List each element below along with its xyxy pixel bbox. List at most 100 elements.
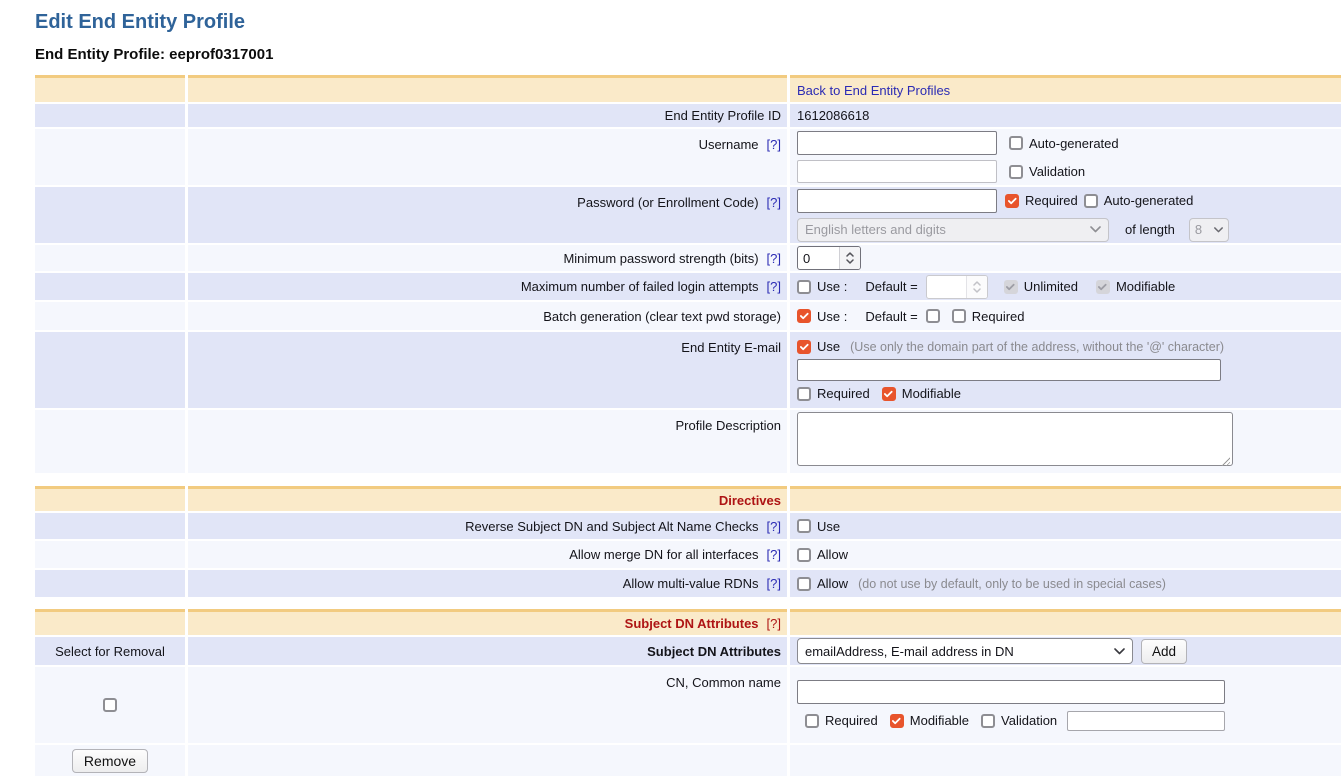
header-spacer-cell (35, 75, 185, 102)
profile-id-label: End Entity Profile ID (665, 108, 781, 123)
row-allow-merge-dn: Allow merge DN for all interfaces [?] Al… (35, 541, 1341, 568)
email-modifiable-checkbox[interactable] (882, 387, 896, 401)
required-label: Required (1025, 193, 1078, 208)
password-length-select[interactable]: 8 (1189, 218, 1229, 242)
chevron-down-icon (1114, 648, 1125, 655)
email-use-checkbox[interactable] (797, 340, 811, 354)
row-multi-value-rdns: Allow multi-value RDNs [?] Allow (do not… (35, 570, 1341, 597)
subject-dn-attribute-select[interactable]: emailAddress, E-mail address in DN (797, 638, 1133, 664)
row-max-failed-logins: Maximum number of failed login attempts … (35, 273, 1341, 300)
row-subject-dn-attributes: Select for Removal Subject DN Attributes… (35, 637, 1341, 665)
password-input[interactable] (797, 189, 997, 213)
checkmark-icon (1098, 283, 1107, 291)
password-autogenerated-checkbox[interactable] (1084, 194, 1098, 208)
modifiable-label: Modifiable (902, 386, 961, 401)
back-to-profiles-link[interactable]: Back to End Entity Profiles (797, 83, 950, 98)
subject-dn-help-link[interactable]: [?] (767, 616, 781, 631)
selected-option: 8 (1195, 222, 1202, 237)
profile-description-textarea[interactable] (797, 412, 1233, 466)
profile-id-value: 1612086618 (797, 108, 869, 123)
username-validation-checkbox[interactable] (1009, 165, 1023, 179)
checkmark-icon (800, 312, 809, 320)
username-autogenerated-checkbox[interactable] (1009, 136, 1023, 150)
row-end-entity-email: End Entity E-mail Use (Use only the doma… (35, 332, 1341, 408)
selected-option: emailAddress, E-mail address in DN (805, 644, 1014, 659)
remove-attribute-button[interactable]: Remove (72, 749, 148, 773)
checkmark-icon (892, 717, 901, 725)
min-strength-label: Minimum password strength (bits) (563, 251, 758, 266)
cn-value-input[interactable] (797, 680, 1225, 704)
use-label: Use (817, 339, 840, 354)
cn-validation-input[interactable] (1067, 711, 1225, 731)
modifiable-label: Modifiable (910, 713, 969, 728)
of-length-label: of length (1125, 222, 1175, 237)
number-stepper[interactable] (839, 247, 860, 269)
subject-dn-header-row: Subject DN Attributes [?] (35, 609, 1341, 635)
row-profile-description: Profile Description (35, 410, 1341, 473)
profile-name-heading: End Entity Profile: eeprof0317001 (35, 46, 1341, 64)
autogenerated-label: Auto-generated (1104, 193, 1194, 208)
min-strength-help-link[interactable]: [?] (767, 251, 781, 266)
username-label: Username (699, 137, 759, 152)
spinner-down-icon (846, 259, 854, 264)
validation-label: Validation (1001, 713, 1057, 728)
header-spacer-cell (188, 75, 787, 102)
checkmark-icon (1006, 283, 1015, 291)
chevron-down-icon (1214, 227, 1223, 233)
row-profile-id: End Entity Profile ID 1612086618 (35, 104, 1341, 127)
add-attribute-button[interactable]: Add (1141, 639, 1187, 664)
email-domain-input[interactable] (797, 359, 1221, 381)
max-failed-label: Maximum number of failed login attempts (521, 279, 759, 294)
edit-end-entity-profile-page: Edit End Entity Profile End Entity Profi… (0, 10, 1341, 776)
merge-dn-help-link[interactable]: [?] (767, 547, 781, 562)
multi-value-rdns-label: Allow multi-value RDNs (623, 576, 759, 591)
password-charset-select[interactable]: English letters and digits (797, 218, 1109, 242)
modifiable-label: Modifiable (1116, 279, 1175, 294)
reverse-checks-help-link[interactable]: [?] (767, 519, 781, 534)
multi-value-rdns-allow-checkbox[interactable] (797, 577, 811, 591)
username-input[interactable] (797, 131, 997, 155)
autogenerated-label: Auto-generated (1029, 136, 1119, 151)
number-stepper (966, 276, 987, 298)
row-reverse-dn-checks: Reverse Subject DN and Subject Alt Name … (35, 513, 1341, 539)
row-remove: Remove (35, 745, 1341, 776)
row-batch-generation: Batch generation (clear text pwd storage… (35, 302, 1341, 330)
password-required-checkbox[interactable] (1005, 194, 1019, 208)
spinner-down-icon (973, 288, 981, 293)
batch-required-checkbox[interactable] (952, 309, 966, 323)
cn-required-checkbox[interactable] (805, 714, 819, 728)
batch-default-checkbox[interactable] (926, 309, 940, 323)
unlimited-label: Unlimited (1024, 279, 1078, 294)
reverse-checks-use-checkbox[interactable] (797, 519, 811, 533)
cn-label: CN, Common name (666, 675, 781, 690)
cn-removal-checkbox[interactable] (103, 698, 117, 712)
page-title: Edit End Entity Profile (35, 10, 1341, 34)
default-label: Default = (865, 279, 917, 294)
checkmark-icon (800, 343, 809, 351)
cn-modifiable-checkbox[interactable] (890, 714, 904, 728)
cn-validation-checkbox[interactable] (981, 714, 995, 728)
max-failed-use-checkbox[interactable] (797, 280, 811, 294)
batch-use-checkbox[interactable] (797, 309, 811, 323)
username-validation-input[interactable] (797, 160, 997, 183)
password-help-link[interactable]: [?] (767, 195, 781, 210)
selected-option: English letters and digits (805, 222, 946, 237)
multi-value-rdns-help-link[interactable]: [?] (767, 576, 781, 591)
merge-dn-label: Allow merge DN for all interfaces (569, 547, 758, 562)
merge-dn-allow-checkbox[interactable] (797, 548, 811, 562)
directives-section-title: Directives (719, 493, 781, 508)
profile-form-table: Back to End Entity Profiles End Entity P… (35, 75, 1341, 776)
username-help-link[interactable]: [?] (767, 137, 781, 152)
email-required-checkbox[interactable] (797, 387, 811, 401)
max-failed-help-link[interactable]: [?] (767, 279, 781, 294)
max-failed-default-input[interactable] (926, 275, 988, 299)
use-label: Use (817, 519, 840, 534)
table-header-row: Back to End Entity Profiles (35, 75, 1341, 102)
use-label: Use : (817, 279, 847, 294)
required-label: Required (972, 309, 1025, 324)
email-note: (Use only the domain part of the address… (850, 340, 1224, 354)
min-password-strength-input[interactable]: 0 (797, 246, 861, 270)
max-failed-modifiable-checkbox (1096, 280, 1110, 294)
row-username: Username [?] Auto-generated Validation (35, 129, 1341, 185)
row-min-password-strength: Minimum password strength (bits) [?] 0 (35, 245, 1341, 271)
